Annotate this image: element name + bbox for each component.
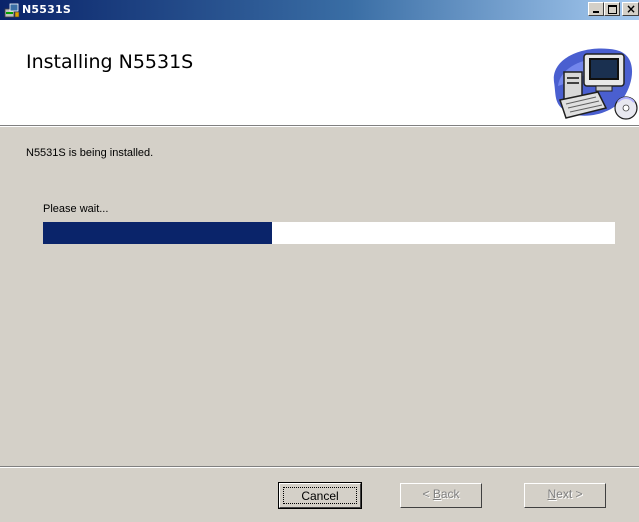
cancel-label: Cancel: [283, 487, 357, 504]
title-bar: N5531S ×: [0, 0, 639, 20]
header-banner: Installing N5531S: [0, 20, 639, 125]
installer-app-icon: [4, 3, 20, 18]
window-title: N5531S: [22, 3, 71, 16]
back-label-rest: ack: [440, 487, 460, 501]
computer-installer-icon: [553, 48, 638, 120]
minimize-button[interactable]: [588, 2, 604, 16]
next-button[interactable]: Next >: [524, 483, 606, 508]
close-icon: ×: [626, 2, 637, 16]
header-divider-highlight: [0, 126, 639, 127]
next-label-accel: N: [547, 487, 557, 501]
install-progress-bar: [43, 222, 615, 244]
next-label-rest: ext >: [556, 487, 583, 501]
install-status-text: N5531S is being installed.: [26, 147, 154, 159]
progress-fill: [43, 222, 272, 244]
close-button[interactable]: ×: [622, 2, 639, 16]
maximize-button[interactable]: [604, 2, 620, 16]
back-label-accel: B: [432, 487, 441, 501]
page-title: Installing N5531S: [26, 51, 194, 73]
cancel-button[interactable]: Cancel: [278, 482, 362, 509]
back-label-prefix: <: [422, 487, 433, 501]
please-wait-label: Please wait...: [43, 203, 109, 215]
back-button[interactable]: < Back: [400, 483, 482, 508]
footer-divider-highlight: [0, 467, 639, 468]
